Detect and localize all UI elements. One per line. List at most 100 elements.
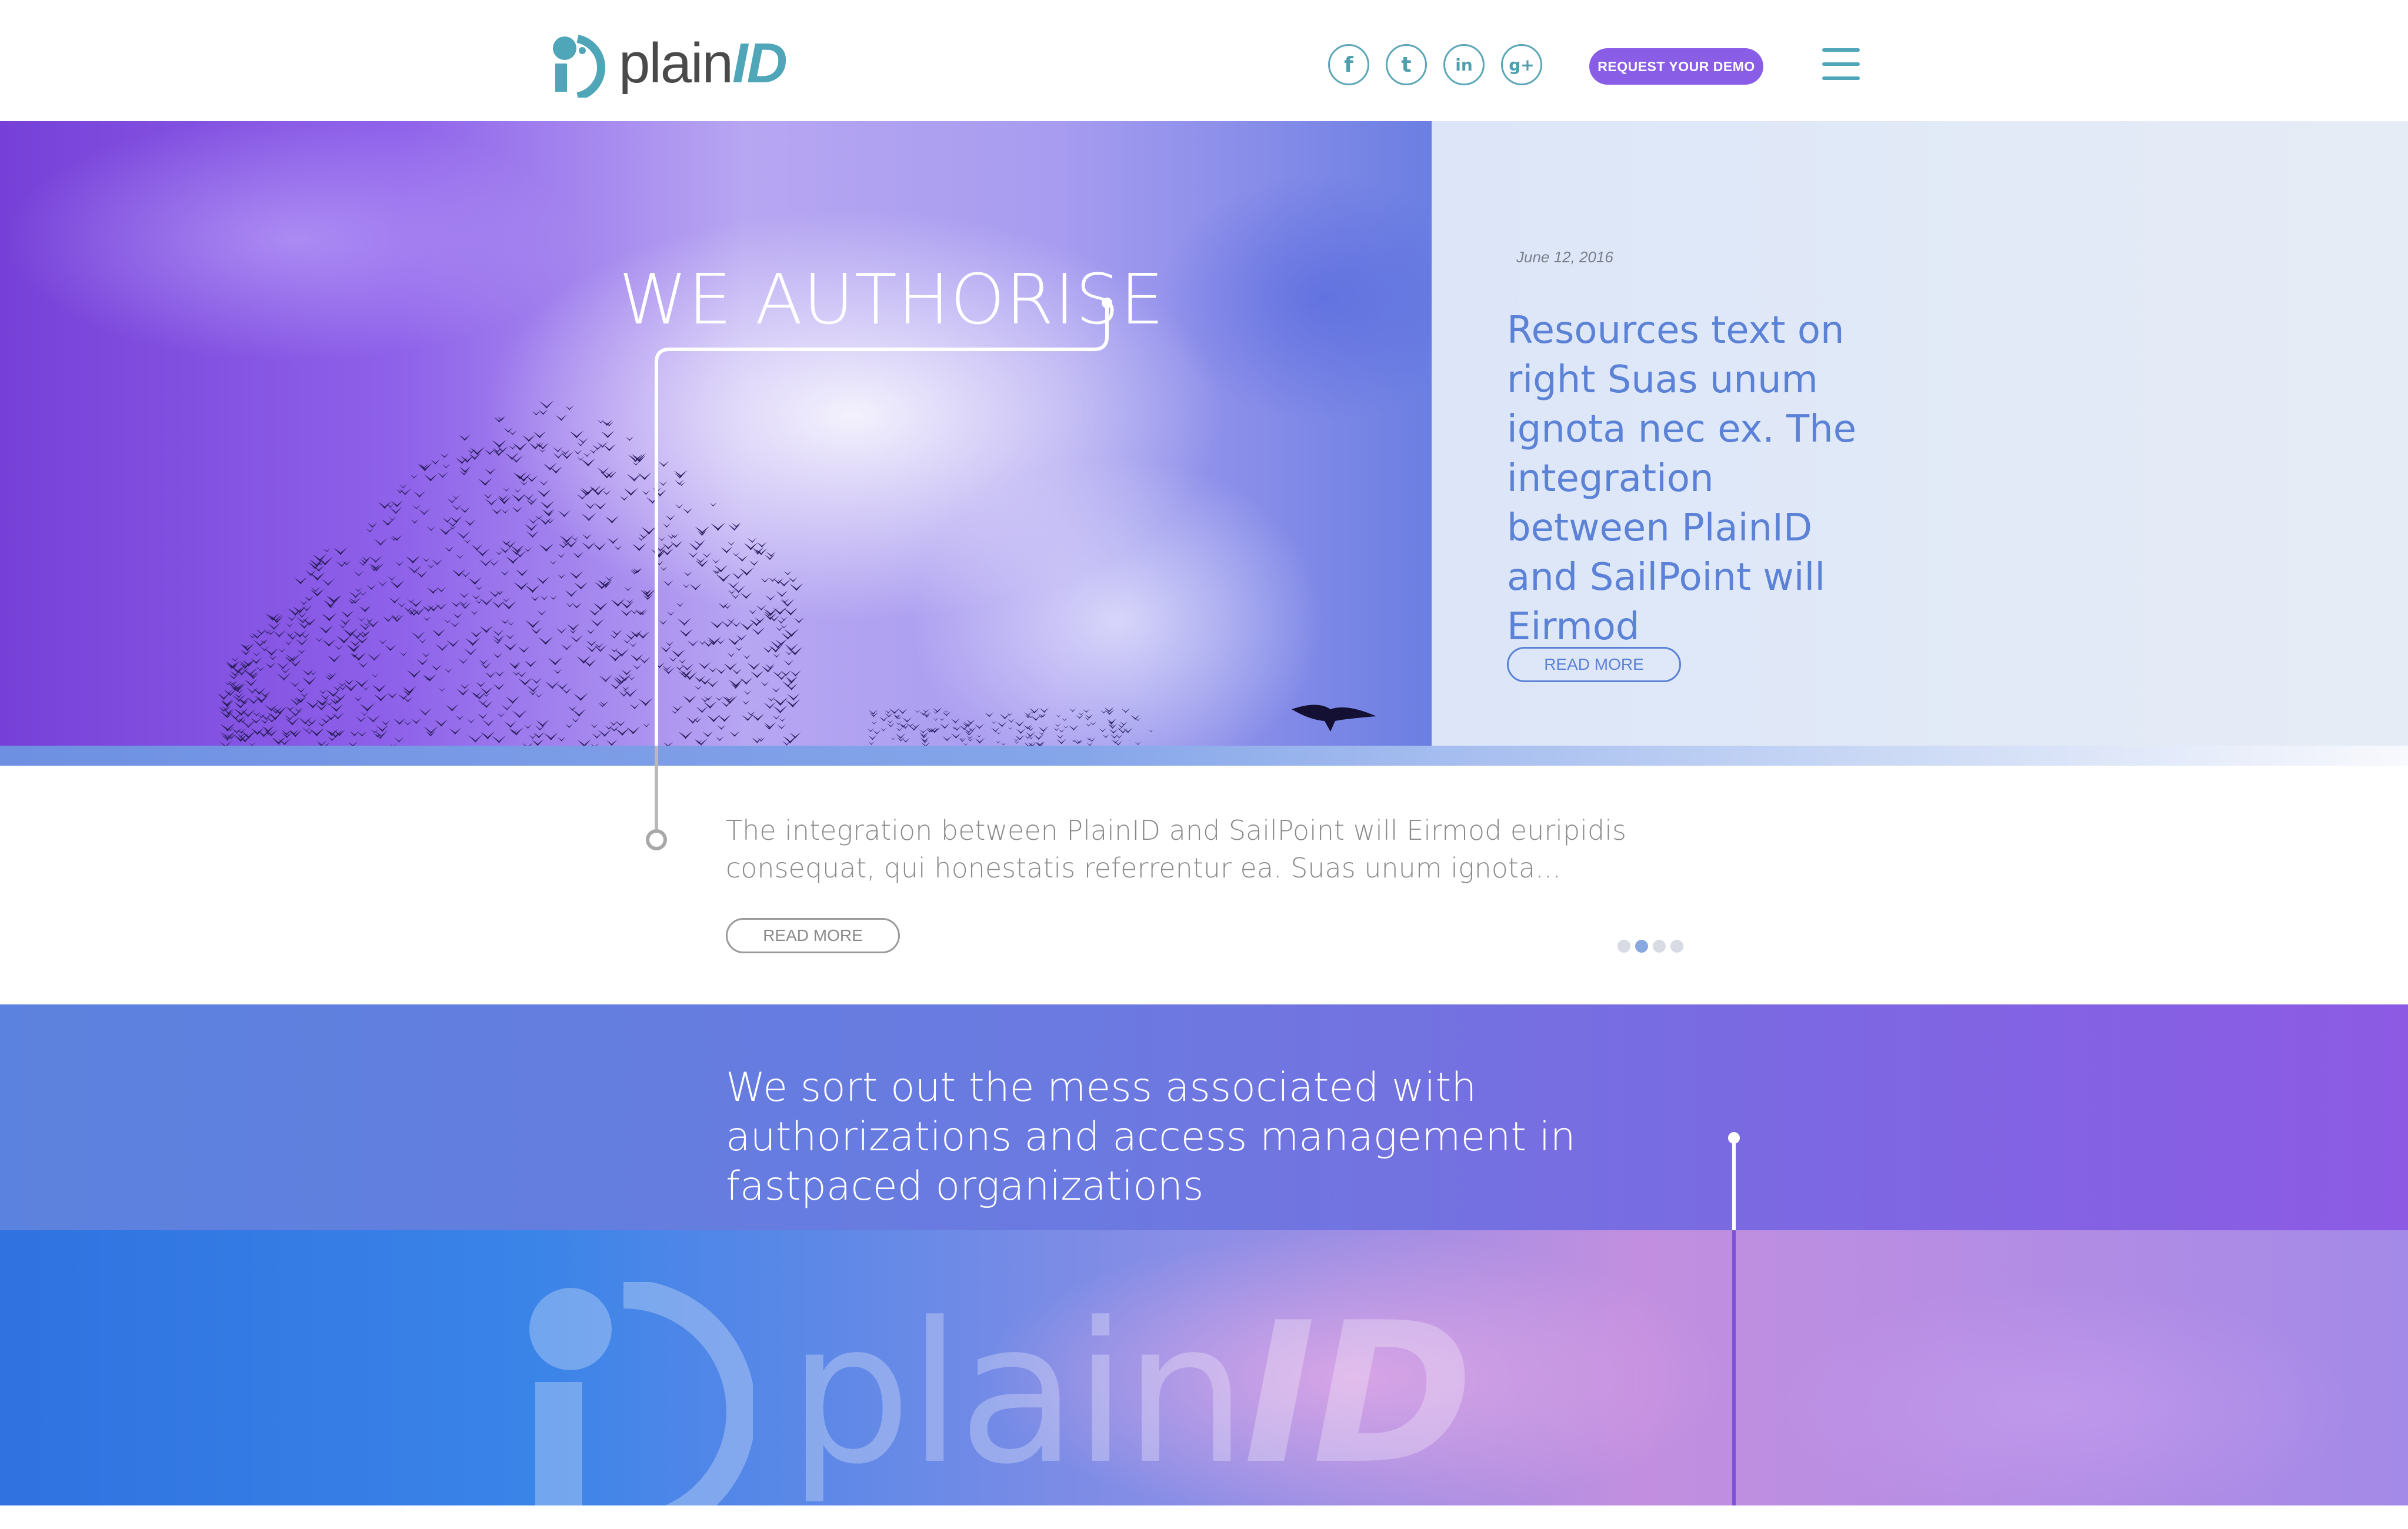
bird-shape	[1029, 707, 1040, 714]
bird-shape	[478, 478, 492, 486]
bird-shape	[655, 560, 664, 566]
bird-shape	[333, 547, 348, 555]
request-demo-button[interactable]: REQUEST YOUR DEMO	[1589, 48, 1763, 85]
linkedin-icon[interactable]: in	[1443, 44, 1485, 85]
bird-shape	[281, 732, 293, 739]
carousel-dot[interactable]	[1670, 940, 1683, 953]
bird-shape	[626, 726, 641, 735]
bird-shape	[513, 472, 527, 480]
bird-shape	[781, 632, 795, 640]
bird-shape	[755, 617, 766, 623]
bird-shape	[609, 720, 618, 726]
bird-shape	[894, 714, 900, 717]
bird-shape	[464, 519, 476, 526]
bird-shape	[671, 649, 685, 657]
bird-shape	[456, 688, 469, 696]
carousel-dot[interactable]	[1653, 940, 1666, 953]
bird-shape	[625, 599, 634, 604]
bird-shape	[891, 737, 896, 740]
google-plus-icon[interactable]: g+	[1501, 44, 1542, 85]
bird-shape	[565, 723, 573, 728]
bird-shape	[1069, 725, 1079, 731]
article-title[interactable]: Resources text on right Suas unum ignota…	[1507, 306, 1883, 652]
bird-shape	[785, 651, 793, 655]
facebook-icon[interactable]: f	[1328, 44, 1369, 85]
watermark-wordmark: plainID	[788, 1281, 1473, 1507]
bird-shape	[777, 724, 786, 729]
bird-shape	[683, 571, 692, 576]
bird-shape	[366, 528, 374, 533]
bird-shape	[967, 737, 973, 742]
intro-read-more-button[interactable]: READ MORE	[726, 918, 900, 953]
article-read-more-button[interactable]: READ MORE	[1507, 647, 1681, 682]
bird-shape	[565, 405, 574, 410]
bird-shape	[781, 598, 790, 603]
bird-shape	[715, 736, 724, 741]
carousel-dot[interactable]	[1617, 940, 1630, 953]
bird-shape	[605, 516, 619, 523]
bird-shape	[280, 667, 291, 674]
bird-shape	[651, 549, 666, 557]
bird-shape	[702, 552, 712, 558]
bird-shape	[518, 677, 532, 686]
bird-shape	[284, 640, 293, 645]
bird-shape	[231, 657, 239, 662]
bird-shape	[568, 706, 577, 711]
bird-shape	[543, 462, 558, 470]
twitter-icon[interactable]: t	[1386, 44, 1427, 85]
bird-shape	[349, 597, 362, 605]
bird-shape	[566, 623, 580, 631]
hamburger-menu-icon[interactable]	[1822, 48, 1860, 81]
bird-shape	[484, 449, 495, 455]
bird-shape	[920, 737, 929, 742]
plainid-logo[interactable]: plainID	[547, 33, 788, 98]
bird-shape	[539, 400, 554, 409]
bird-shape	[372, 684, 386, 692]
bird-shape	[397, 602, 406, 607]
bird-flock-illustration	[217, 400, 1376, 746]
carousel-dot-active[interactable]	[1635, 940, 1648, 953]
bird-shape	[592, 733, 602, 739]
bird-shape	[1039, 732, 1045, 735]
bird-shape	[1033, 734, 1044, 740]
article-date: June 12, 2016	[1516, 248, 1613, 266]
bird-shape	[693, 539, 706, 546]
bird-shape	[602, 490, 611, 495]
bird-shape	[1111, 739, 1120, 744]
bird-shape	[297, 649, 306, 654]
bird-shape	[959, 725, 969, 730]
bird-shape	[727, 541, 736, 546]
bird-shape	[493, 416, 505, 423]
bird-shape	[507, 621, 515, 626]
bird-shape	[393, 737, 404, 743]
bird-shape	[406, 598, 415, 603]
bird-shape	[995, 740, 1000, 743]
bird-shape	[445, 704, 459, 712]
bird-shape	[387, 576, 396, 581]
bird-shape	[615, 727, 630, 736]
bird-shape	[471, 610, 479, 615]
bird-shape	[679, 629, 693, 637]
bird-shape	[1053, 727, 1060, 731]
bird-shape	[452, 569, 466, 577]
bird-shape	[435, 643, 449, 652]
bird-shape	[735, 646, 743, 651]
bird-shape	[450, 516, 462, 523]
bird-shape	[358, 662, 369, 668]
bird-shape	[660, 566, 668, 571]
bird-shape	[660, 646, 672, 652]
bird-shape	[253, 639, 267, 647]
bird-shape	[1082, 709, 1090, 713]
bird-shape	[659, 481, 668, 486]
bird-shape	[694, 738, 708, 746]
bird-shape	[633, 567, 643, 573]
bird-shape	[571, 602, 582, 609]
bird-shape	[652, 487, 662, 493]
bird-shape	[669, 656, 678, 662]
bird-shape	[242, 667, 258, 676]
bird-shape	[670, 540, 683, 548]
bird-shape	[422, 652, 431, 657]
bird-shape	[939, 717, 945, 721]
bird-shape	[642, 490, 651, 495]
bird-shape	[662, 543, 675, 550]
